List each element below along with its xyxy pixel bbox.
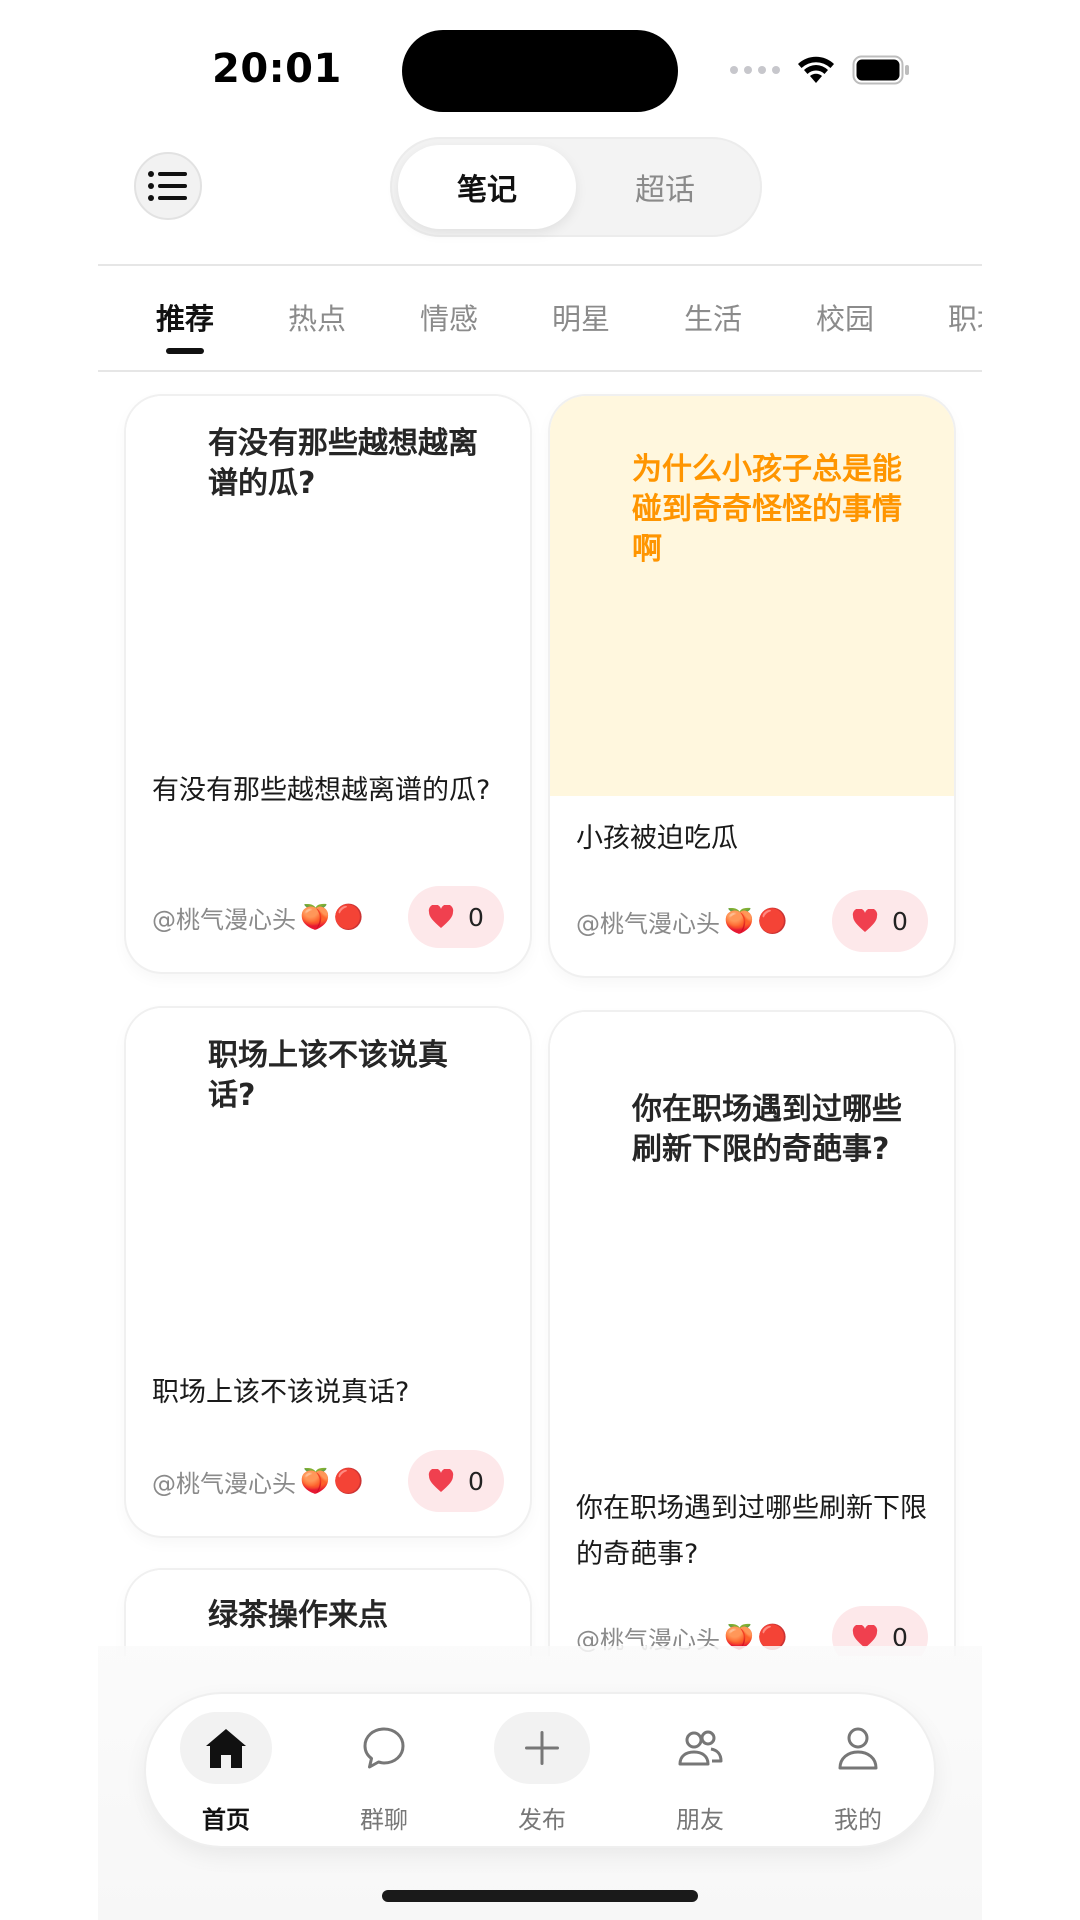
author-name[interactable]: @桃气漫心头 🍑 🔴	[152, 900, 364, 935]
category-tab-workplace[interactable]: 职场	[948, 296, 982, 338]
bottom-tab-bar: 首页 群聊 发布 朋友 我的	[146, 1694, 934, 1846]
heart-icon	[428, 905, 454, 928]
segment-notes[interactable]: 笔记	[398, 145, 576, 229]
category-tabs: 推荐 热点 情感 明星 生活 校园 职场	[98, 266, 982, 370]
cover-text: 你在职场遇到过哪些刷新下限的奇葩事?	[632, 1092, 902, 1167]
tab-label: 发布	[518, 1806, 566, 1834]
author-handle: @桃气漫心头	[152, 1469, 296, 1498]
dynamic-island	[402, 30, 678, 112]
cover-text: 为什么小孩子总是能碰到奇奇怪怪的事情啊	[632, 452, 902, 567]
like-count: 0	[468, 902, 484, 932]
friends-icon	[678, 1730, 723, 1766]
category-tab-recommend[interactable]: 推荐	[156, 296, 214, 338]
heart-icon	[428, 1469, 454, 1492]
card-footer: @桃气漫心头 🍑 🔴 0	[576, 890, 928, 952]
note-card[interactable]: 为什么小孩子总是能碰到奇奇怪怪的事情啊 小孩被迫吃瓜 @桃气漫心头 🍑 🔴 0	[550, 396, 954, 976]
category-tab-life[interactable]: 生活	[684, 296, 742, 338]
cover-text: 绿茶操作来点	[208, 1598, 388, 1633]
segment-super-topics[interactable]: 超话	[576, 145, 754, 229]
red-dot-emoji-icon: 🔴	[333, 903, 364, 931]
tab-label: 朋友	[676, 1806, 724, 1834]
like-count: 0	[468, 1466, 484, 1496]
like-button[interactable]: 0	[408, 886, 504, 948]
note-card[interactable]: 职场上该不该说真话? 职场上该不该说真话? @桃气漫心头 🍑 🔴 0	[126, 1008, 530, 1536]
card-cover: 为什么小孩子总是能碰到奇奇怪怪的事情啊	[550, 396, 954, 796]
list-menu-icon	[148, 171, 187, 201]
heart-icon	[852, 909, 878, 932]
menu-button[interactable]	[134, 152, 202, 220]
category-tab-campus[interactable]: 校园	[816, 296, 874, 338]
category-tab-emotion[interactable]: 情感	[420, 296, 478, 338]
tab-label: 我的	[834, 1806, 882, 1834]
card-footer: @桃气漫心头 🍑 🔴 0	[152, 1450, 504, 1512]
tab-friends[interactable]: 朋友	[640, 1712, 760, 1836]
home-indicator[interactable]	[382, 1890, 698, 1902]
plus-icon	[525, 1731, 559, 1765]
home-icon	[206, 1729, 246, 1768]
card-cover: 有没有那些越想越离谱的瓜?	[126, 396, 530, 756]
card-cover: 你在职场遇到过哪些刷新下限的奇葩事?	[550, 1012, 954, 1472]
note-card[interactable]: 你在职场遇到过哪些刷新下限的奇葩事? 你在职场遇到过哪些刷新下限的奇葩事? @桃…	[550, 1012, 954, 1656]
tab-publish[interactable]: 发布	[482, 1712, 602, 1836]
battery-icon	[852, 55, 910, 85]
tab-home[interactable]: 首页	[166, 1712, 286, 1836]
like-button[interactable]: 0	[408, 1450, 504, 1512]
peach-emoji-icon: 🍑	[300, 903, 330, 931]
category-tab-celebrity[interactable]: 明星	[552, 296, 610, 338]
peach-emoji-icon: 🍑	[724, 907, 754, 935]
author-handle: @桃气漫心头	[152, 905, 296, 934]
tab-me[interactable]: 我的	[798, 1712, 918, 1836]
red-dot-emoji-icon: 🔴	[757, 907, 788, 935]
note-card[interactable]: 有没有那些越想越离谱的瓜? 有没有那些越想越离谱的瓜? @桃气漫心头 🍑 🔴 0	[126, 396, 530, 972]
card-cover: 绿茶操作来点	[126, 1570, 530, 1656]
cover-text: 职场上该不该说真话?	[208, 1038, 448, 1113]
card-title: 有没有那些越想越离谱的瓜?	[152, 775, 491, 806]
chat-bubble-icon	[363, 1727, 405, 1769]
card-title: 你在职场遇到过哪些刷新下限的奇葩事?	[576, 1493, 927, 1570]
card-cover: 职场上该不该说真话?	[126, 1008, 530, 1358]
active-tab-indicator	[166, 348, 204, 354]
card-title: 小孩被迫吃瓜	[576, 823, 738, 854]
category-tab-hot[interactable]: 热点	[288, 296, 346, 338]
notes-feed[interactable]: 有没有那些越想越离谱的瓜? 有没有那些越想越离谱的瓜? @桃气漫心头 🍑 🔴 0	[98, 372, 982, 1656]
wifi-icon	[796, 55, 836, 85]
cellular-signal-icon	[730, 66, 780, 74]
content-type-switch: 笔记 超话	[390, 137, 762, 237]
peach-emoji-icon: 🍑	[300, 1467, 330, 1495]
like-count: 0	[892, 906, 908, 936]
cover-text: 有没有那些越想越离谱的瓜?	[208, 426, 478, 501]
tab-group-chat[interactable]: 群聊	[324, 1712, 444, 1836]
red-dot-emoji-icon: 🔴	[333, 1467, 364, 1495]
author-name[interactable]: @桃气漫心头 🍑 🔴	[576, 904, 788, 939]
status-time: 20:01	[212, 46, 342, 92]
tab-label: 群聊	[360, 1806, 408, 1834]
app-screen: 20:01 笔记 超话 推荐 热点 情感 明星 生活 校园 职 有没有那些越想越…	[0, 0, 1080, 1920]
status-bar: 20:01	[0, 0, 1080, 130]
card-footer: @桃气漫心头 🍑 🔴 0	[152, 886, 504, 948]
card-title: 职场上该不该说真话?	[152, 1377, 410, 1408]
author-handle: @桃气漫心头	[576, 909, 720, 938]
tab-label: 首页	[202, 1806, 250, 1834]
status-icons	[730, 52, 910, 88]
author-name[interactable]: @桃气漫心头 🍑 🔴	[152, 1464, 364, 1499]
note-card[interactable]: 绿茶操作来点	[126, 1570, 530, 1656]
like-button[interactable]: 0	[832, 890, 928, 952]
profile-icon	[838, 1727, 878, 1770]
